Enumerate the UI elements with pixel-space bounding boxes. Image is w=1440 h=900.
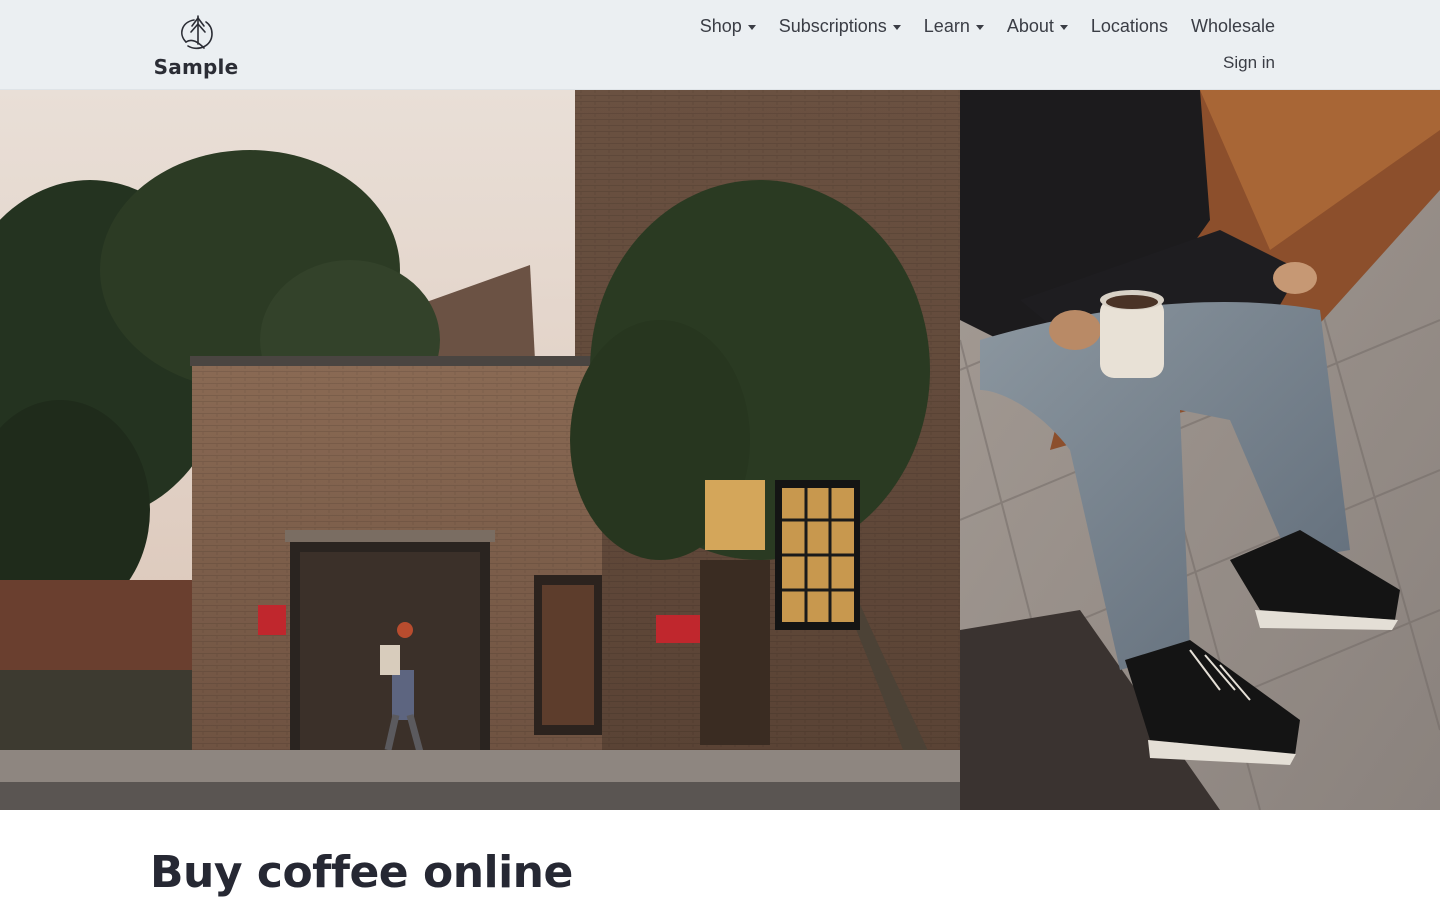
- hero-banner: [0, 90, 1440, 810]
- tree-leaf-logo-icon: [181, 15, 213, 50]
- nav-item-label: About: [1006, 16, 1054, 36]
- site-header: Sample Shop Subscriptions Learn About Lo…: [0, 0, 1440, 90]
- nav-item-label: Shop: [699, 16, 742, 36]
- nav-item-label: Wholesale: [1190, 16, 1275, 36]
- brand-name: Sample: [153, 55, 239, 79]
- nav-item-label: Learn: [923, 16, 970, 36]
- sign-in-link[interactable]: Sign in: [1223, 52, 1275, 74]
- nav-item-label: Locations: [1090, 16, 1168, 36]
- caret-down-icon: [975, 24, 984, 30]
- logo-link[interactable]: Sample: [154, 12, 238, 80]
- nav-item-about[interactable]: About: [1007, 14, 1068, 38]
- nav-item-label: Subscriptions: [778, 16, 887, 36]
- caret-down-icon: [892, 24, 901, 30]
- main-nav: Shop Subscriptions Learn About Locations…: [677, 14, 1275, 38]
- page-title: Buy coffee online: [150, 847, 573, 898]
- nav-item-shop[interactable]: Shop: [700, 14, 756, 38]
- caret-down-icon: [747, 24, 756, 30]
- caret-down-icon: [1059, 24, 1068, 30]
- nav-item-locations[interactable]: Locations: [1091, 14, 1168, 38]
- nav-item-subscriptions[interactable]: Subscriptions: [779, 14, 901, 38]
- nav-item-learn[interactable]: Learn: [924, 14, 984, 38]
- hero-image-building: [0, 90, 960, 810]
- nav-item-wholesale[interactable]: Wholesale: [1191, 14, 1275, 38]
- hero-image-coffee: [960, 90, 1440, 810]
